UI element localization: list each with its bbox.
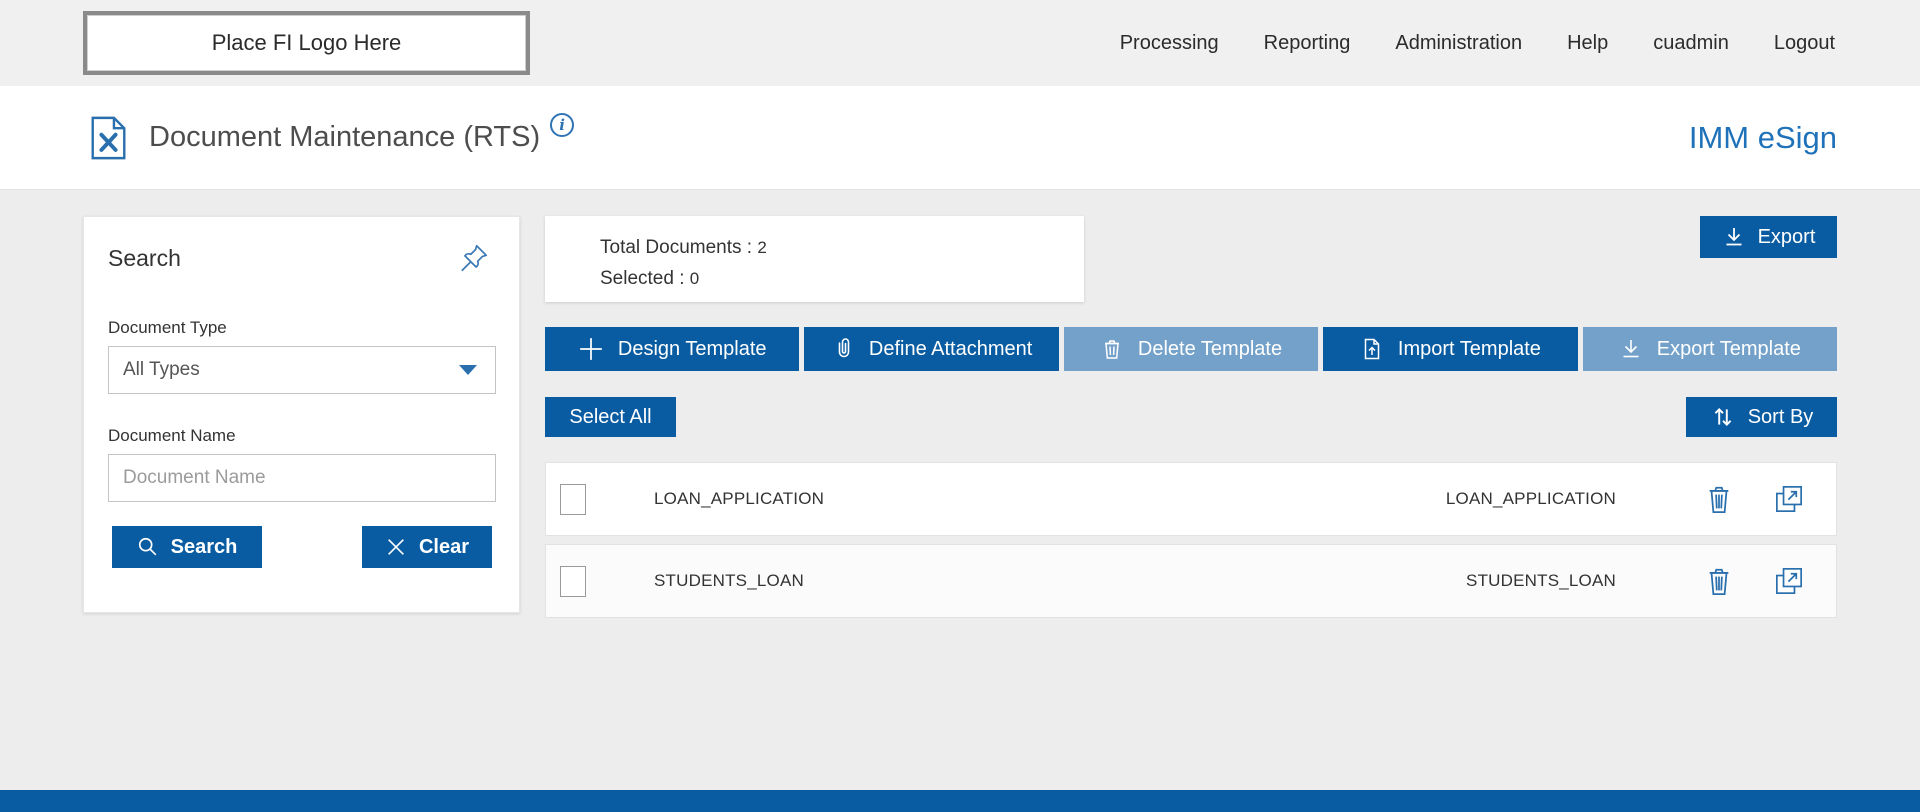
define-attachment-button[interactable]: Define Attachment — [804, 327, 1058, 371]
top-bar: Place FI Logo Here Processing Reporting … — [0, 0, 1920, 86]
nav-item-administration[interactable]: Administration — [1395, 32, 1522, 55]
total-documents-value: 2 — [757, 238, 766, 257]
document-type-value: All Types — [123, 359, 200, 381]
selected-label: Selected : — [600, 268, 685, 289]
download-icon — [1619, 337, 1643, 361]
delete-template-button[interactable]: Delete Template — [1064, 327, 1318, 371]
export-button[interactable]: Export — [1700, 216, 1837, 258]
selected-value: 0 — [690, 269, 699, 288]
main-nav: Processing Reporting Administration Help… — [1120, 32, 1835, 55]
design-template-label: Design Template — [618, 338, 767, 361]
open-export-icon[interactable] — [1772, 564, 1806, 598]
row-checkbox[interactable] — [560, 484, 586, 515]
document-name: STUDENTS_LOAN — [654, 571, 804, 591]
page-title: Document Maintenance (RTS) — [149, 121, 540, 154]
document-name: LOAN_APPLICATION — [654, 489, 824, 509]
plus-icon — [578, 336, 604, 362]
export-template-button[interactable]: Export Template — [1583, 327, 1837, 371]
sort-by-button[interactable]: Sort By — [1686, 397, 1837, 437]
delete-row-icon[interactable] — [1704, 482, 1734, 516]
clear-button[interactable]: Clear — [362, 526, 492, 568]
design-template-button[interactable]: Design Template — [545, 327, 799, 371]
template-toolbar: Design Template Define Attachment D — [545, 327, 1837, 371]
open-export-icon[interactable] — [1772, 482, 1806, 516]
nav-item-help[interactable]: Help — [1567, 32, 1608, 55]
delete-row-icon[interactable] — [1704, 564, 1734, 598]
document-name-input[interactable] — [108, 454, 496, 502]
export-button-label: Export — [1758, 226, 1816, 249]
chevron-down-icon — [459, 365, 477, 375]
search-panel-title: Search — [108, 245, 496, 272]
sort-arrows-icon — [1710, 404, 1736, 430]
sort-by-label: Sort By — [1748, 406, 1814, 429]
trash-icon — [1100, 337, 1124, 361]
paperclip-icon — [831, 337, 855, 361]
define-attachment-label: Define Attachment — [869, 338, 1032, 361]
info-icon[interactable]: i — [550, 113, 574, 137]
fi-logo-text: Place FI Logo Here — [212, 30, 402, 56]
total-documents-label: Total Documents : — [600, 237, 752, 258]
brand-imm-esign: IMM eSign — [1689, 120, 1837, 156]
select-all-label: Select All — [569, 406, 651, 429]
document-tools-icon — [90, 116, 127, 160]
nav-item-processing[interactable]: Processing — [1120, 32, 1219, 55]
nav-item-user-cuadmin[interactable]: cuadmin — [1653, 32, 1729, 55]
document-list: LOAN_APPLICATION LOAN_APPLICATION — [545, 462, 1837, 618]
document-name-label: Document Name — [108, 426, 496, 446]
select-all-button[interactable]: Select All — [545, 397, 676, 437]
footer-bar — [0, 790, 1920, 812]
nav-item-reporting[interactable]: Reporting — [1264, 32, 1351, 55]
search-panel: Search Document Type All Types Document … — [83, 216, 520, 613]
search-button[interactable]: Search — [112, 526, 262, 568]
summary-box: Total Documents : 2 Selected : 0 — [545, 216, 1084, 302]
delete-template-label: Delete Template — [1138, 338, 1282, 361]
search-button-label: Search — [171, 536, 238, 559]
page-header: Document Maintenance (RTS) i IMM eSign — [0, 86, 1920, 190]
row-checkbox[interactable] — [560, 566, 586, 597]
document-template-name: STUDENTS_LOAN — [1466, 571, 1616, 591]
document-template-name: LOAN_APPLICATION — [1446, 489, 1616, 509]
clear-button-label: Clear — [419, 536, 469, 559]
fi-logo-placeholder: Place FI Logo Here — [83, 11, 530, 75]
import-file-icon — [1360, 337, 1384, 361]
nav-item-logout[interactable]: Logout — [1774, 32, 1835, 55]
document-type-label: Document Type — [108, 318, 496, 338]
import-template-label: Import Template — [1398, 338, 1541, 361]
main-content: Search Document Type All Types Document … — [0, 190, 1920, 790]
close-icon — [385, 536, 407, 558]
import-template-button[interactable]: Import Template — [1323, 327, 1577, 371]
search-icon — [137, 536, 159, 558]
document-row-students-loan: STUDENTS_LOAN STUDENTS_LOAN — [545, 544, 1837, 618]
download-icon — [1722, 225, 1746, 249]
document-row-loan-application: LOAN_APPLICATION LOAN_APPLICATION — [545, 462, 1837, 536]
document-type-select[interactable]: All Types — [108, 346, 496, 394]
pin-icon[interactable] — [457, 241, 491, 275]
export-template-label: Export Template — [1657, 338, 1801, 361]
